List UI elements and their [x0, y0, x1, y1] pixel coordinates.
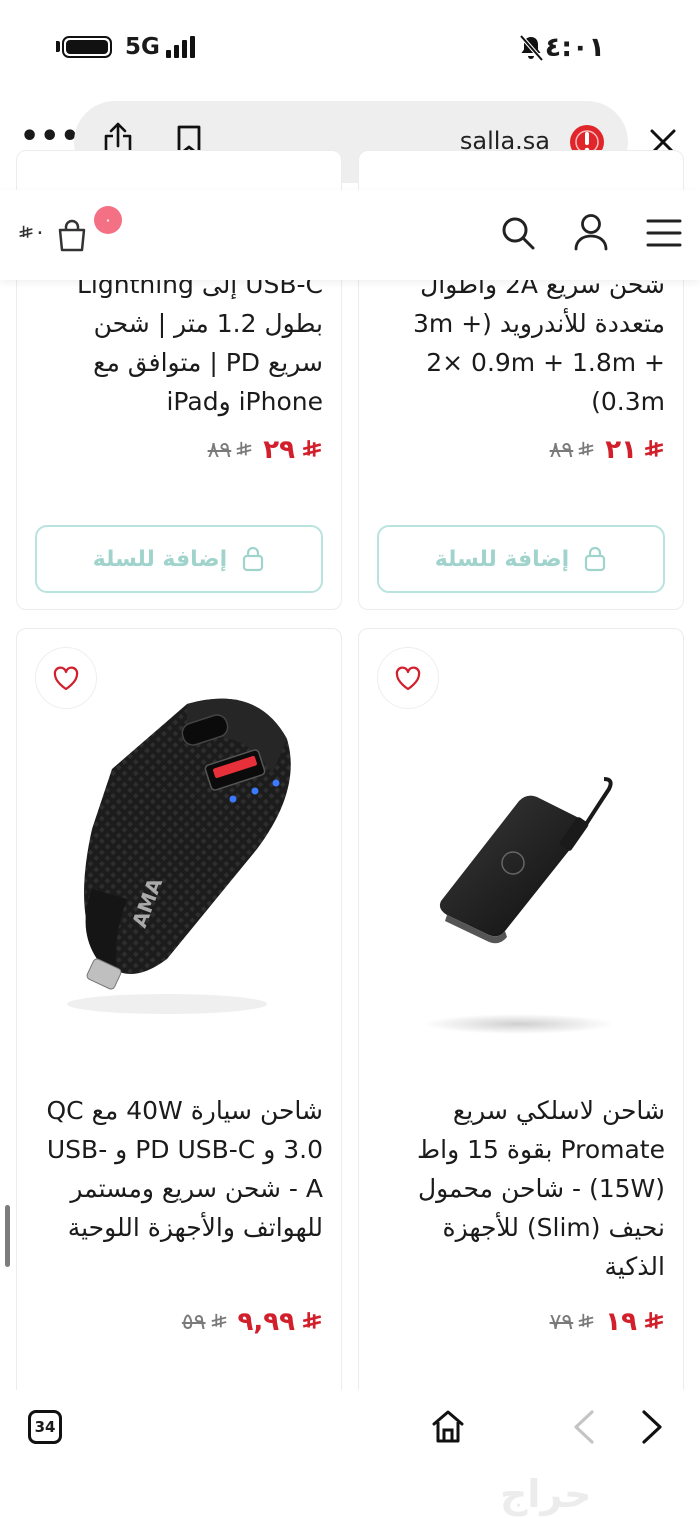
original-price: ٨٩ — [208, 438, 254, 463]
sale-price-value: ٢٩ — [263, 435, 295, 465]
sale-price-value: ٩,٩٩ — [237, 1307, 295, 1337]
bell-off-icon — [519, 34, 544, 62]
product-title[interactable]: شاحن لاسلكي سريع Promate بقوة 15 واط (15… — [375, 1091, 665, 1286]
watermark: حراج — [500, 1472, 592, 1516]
signal-icon — [166, 36, 195, 58]
price-row: ٢١ ٨٩ — [550, 435, 665, 465]
user-icon[interactable] — [574, 213, 608, 251]
add-to-cart-button[interactable]: إضافة للسلة — [35, 525, 323, 593]
forward-arrow-icon[interactable] — [640, 1408, 666, 1446]
tabs-button[interactable]: 34 — [28, 1410, 62, 1444]
add-to-cart-button[interactable]: إضافة للسلة — [377, 525, 665, 593]
add-to-cart-label: إضافة للسلة — [92, 546, 228, 572]
status-bar: 5G ٤:٠١ — [0, 0, 700, 95]
product-title[interactable]: USB-C إلى Lightning بطول 1.2 متر | شحن س… — [33, 265, 323, 421]
more-options-button[interactable]: ••• — [20, 122, 81, 152]
bottom-toolbar: 34 حراج — [0, 1390, 700, 1518]
original-price-value: ٨٩ — [549, 437, 574, 463]
sale-price-value: ١٩ — [605, 1307, 637, 1337]
product-card[interactable]: AMA شاحن سيارة 40W مع QC 3.0 و PD USB-C … — [16, 628, 342, 1408]
original-price: ٥٩ — [182, 1310, 228, 1335]
clock: ٤:٠١ — [544, 32, 605, 63]
cart-count-badge: ٠ — [94, 206, 122, 234]
search-icon[interactable] — [500, 215, 536, 251]
riyal-icon — [211, 1313, 226, 1328]
price-row: ٩,٩٩ ٥٩ — [182, 1307, 323, 1337]
cart-amount: ٠ — [18, 220, 46, 245]
network-label: 5G — [125, 34, 160, 60]
riyal-icon — [302, 1312, 322, 1329]
sale-price: ٢٩ — [263, 435, 323, 465]
original-price-value: ٨٩ — [207, 437, 232, 463]
riyal-icon — [644, 1312, 664, 1329]
sale-price: ٩,٩٩ — [238, 1307, 323, 1337]
cart-icon — [585, 546, 606, 572]
back-arrow-icon[interactable] — [570, 1408, 596, 1446]
riyal-icon — [644, 440, 664, 457]
scroll-indicator[interactable] — [5, 1205, 10, 1267]
original-price: ٧٩ — [550, 1310, 596, 1335]
product-card[interactable]: شاحن لاسلكي سريع Promate بقوة 15 واط (15… — [358, 628, 684, 1408]
riyal-icon — [236, 441, 252, 456]
riyal-icon — [578, 441, 594, 456]
original-price: ٨٩ — [550, 438, 596, 463]
wishlist-button[interactable] — [377, 647, 439, 709]
home-icon[interactable] — [430, 1408, 466, 1444]
add-to-cart-label: إضافة للسلة — [434, 546, 570, 572]
battery-cap — [56, 41, 60, 52]
product-title[interactable]: شحن سريع 2A وأطوال متعددة للأندرويد (3m … — [375, 265, 665, 421]
riyal-icon — [302, 440, 322, 457]
cart-amount-value: ٠ — [34, 220, 46, 245]
product-title[interactable]: شاحن سيارة 40W مع QC 3.0 و PD USB-C و US… — [33, 1091, 324, 1247]
heart-icon — [53, 666, 79, 691]
sale-price: ١٩ — [605, 1307, 665, 1337]
riyal-icon — [578, 1313, 594, 1328]
wishlist-button[interactable] — [35, 647, 97, 709]
cart-button[interactable]: ٠ ٠ — [14, 206, 122, 254]
sale-price-value: ٢١ — [605, 435, 637, 465]
cart-icon — [243, 546, 264, 572]
sale-price: ٢١ — [605, 435, 665, 465]
heart-icon — [395, 666, 421, 691]
site-header: ٠ ٠ — [0, 190, 700, 280]
price-row: ٢٩ ٨٩ — [208, 435, 323, 465]
original-price-value: ٧٩ — [549, 1309, 574, 1335]
riyal-icon — [19, 225, 33, 238]
price-row: ١٩ ٧٩ — [550, 1307, 665, 1337]
battery-icon — [62, 36, 112, 58]
original-price-value: ٥٩ — [181, 1309, 206, 1335]
menu-icon[interactable] — [646, 216, 682, 250]
cart-icon[interactable] — [56, 218, 88, 252]
